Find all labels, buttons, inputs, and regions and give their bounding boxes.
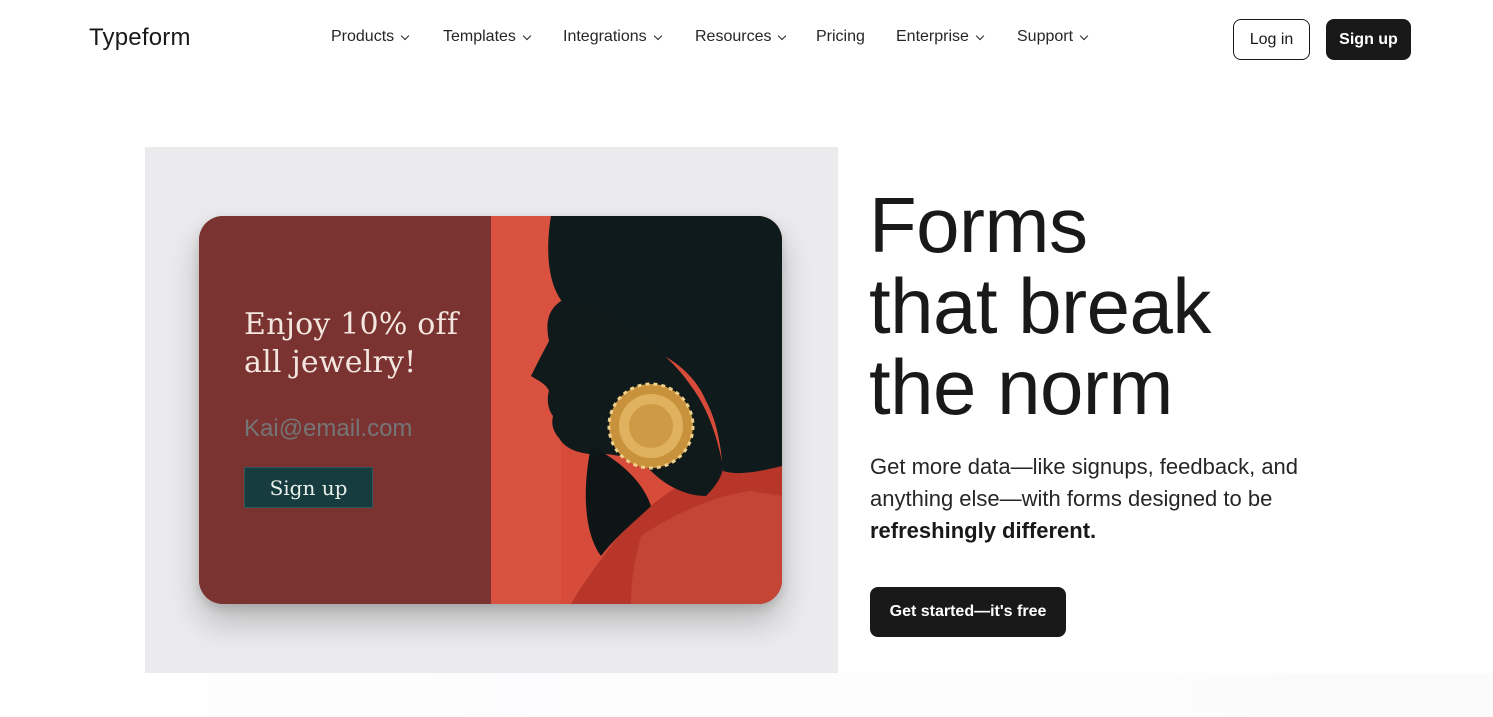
nav-enterprise[interactable]: Enterprise — [896, 28, 985, 46]
site-header: Typeform Products Templates Integrations… — [0, 0, 1493, 78]
nav-products-label: Products — [331, 28, 395, 45]
promo-headline: Enjoy 10% off all jewelry! — [244, 306, 458, 382]
promo-line-2: all jewelry! — [244, 345, 417, 380]
nav-resources[interactable]: Resources — [695, 28, 787, 46]
nav-support[interactable]: Support — [1017, 28, 1089, 46]
chevron-down-icon — [1079, 31, 1089, 40]
hero-title-line-2: that break — [869, 262, 1211, 350]
chevron-down-icon — [400, 31, 410, 40]
form-panel: Enjoy 10% off all jewelry! Sign up — [199, 216, 491, 604]
chevron-down-icon — [653, 31, 662, 40]
example-form-card: Enjoy 10% off all jewelry! Sign up — [199, 216, 782, 604]
login-button[interactable]: Log in — [1233, 19, 1310, 60]
portrait-image — [491, 216, 782, 604]
hero-title-line-1: Forms — [869, 181, 1088, 269]
example-email-field[interactable] — [244, 415, 444, 443]
nav-integrations[interactable]: Integrations — [563, 28, 662, 46]
hero-subtitle-emphasis: refreshingly different. — [870, 518, 1097, 543]
nav-pricing-label: Pricing — [816, 28, 865, 45]
get-started-button[interactable]: Get started—it's free — [870, 587, 1066, 637]
nav-products[interactable]: Products — [331, 28, 410, 46]
chevron-down-icon — [975, 31, 985, 40]
hero-media: Enjoy 10% off all jewelry! Sign up — [145, 147, 838, 673]
nav-support-label: Support — [1017, 28, 1074, 45]
signup-button[interactable]: Sign up — [1326, 19, 1411, 60]
typeform-logo[interactable]: Typeform — [89, 24, 191, 52]
example-signup-button[interactable]: Sign up — [244, 467, 373, 508]
nav-templates-label: Templates — [443, 28, 516, 45]
chevron-down-icon — [522, 31, 532, 40]
nav-integrations-label: Integrations — [563, 28, 647, 45]
chevron-down-icon — [778, 31, 787, 40]
promo-line-1: Enjoy 10% off — [244, 307, 459, 342]
hero-title-line-3: the norm — [869, 343, 1173, 431]
hero-title: Forms that break the norm — [869, 185, 1211, 428]
hero-subtitle: Get more data—like signups, feedback, an… — [870, 451, 1350, 547]
hero-subtitle-text: Get more data—like signups, feedback, an… — [870, 454, 1299, 511]
section-divider — [208, 673, 1493, 717]
nav-pricing[interactable]: Pricing — [816, 28, 865, 46]
nav-enterprise-label: Enterprise — [896, 28, 969, 45]
nav-templates[interactable]: Templates — [443, 28, 532, 46]
nav-resources-label: Resources — [695, 28, 772, 45]
